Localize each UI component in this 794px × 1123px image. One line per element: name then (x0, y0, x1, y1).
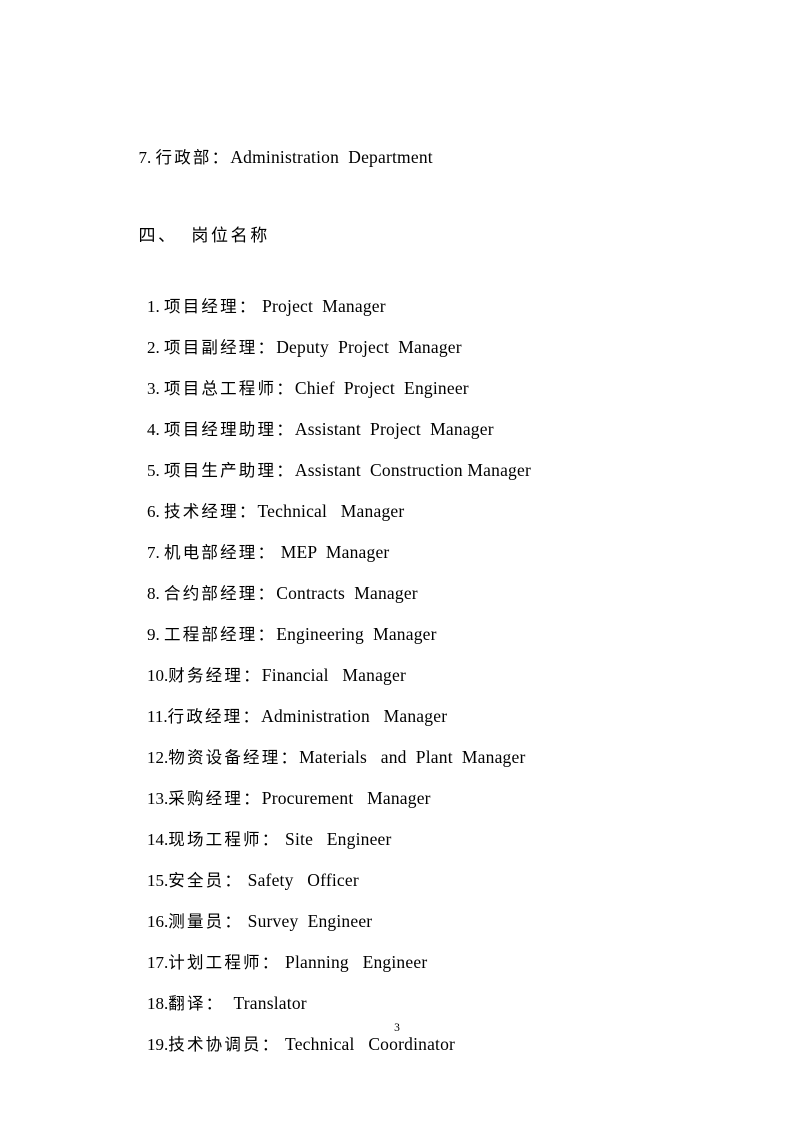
item-number: 2. (147, 338, 160, 357)
item-colon: ： (257, 584, 277, 603)
item-chinese-label: 测量员 (168, 912, 225, 931)
item-colon: ： (261, 830, 281, 849)
item-number: 12. (147, 748, 169, 767)
item-english-label: Administration Manager (261, 706, 448, 726)
item-chinese-label: 财务经理 (168, 666, 244, 685)
item-colon: ： (224, 871, 244, 890)
item-chinese-label: 项目总工程师 (164, 379, 277, 398)
item-chinese-label: 技术协调员 (168, 1035, 262, 1054)
item-chinese-label: 物资设备经理 (168, 748, 281, 767)
item-chinese-label: 项目经理助理 (164, 420, 277, 439)
item-english-label: Technical Manager (257, 501, 405, 521)
item-colon: ： (238, 297, 258, 316)
item-colon: ： (211, 148, 231, 167)
item-english-label: Technical Coordinator (280, 1034, 456, 1054)
item-number: 19. (147, 1035, 169, 1054)
item-english-label: Assistant Project Manager (294, 419, 494, 439)
item-number: 13. (147, 789, 169, 808)
item-chinese-label: 计划工程师 (168, 953, 262, 972)
item-colon: ： (261, 953, 281, 972)
item-english-label: Financial Manager (261, 665, 407, 685)
item-chinese-label: 现场工程师 (168, 830, 262, 849)
item-chinese-label: 项目生产助理 (164, 461, 277, 480)
item-english-label: Materials and Plant Manager (299, 747, 526, 767)
item-chinese-label: 工程部经理 (164, 625, 258, 644)
item-number: 14. (147, 830, 169, 849)
item-chinese-label: 行政部 (155, 148, 212, 167)
item-number: 17. (147, 953, 169, 972)
item-english-label: Deputy Project Manager (276, 337, 462, 357)
item-chinese-label: 项目经理 (164, 297, 239, 316)
section-heading-title: 岗位名称 (191, 226, 270, 245)
item-colon: ： (224, 912, 244, 931)
section-heading: 四、 岗位名称 (113, 174, 713, 245)
item-colon: ： (243, 666, 262, 685)
item-colon: ： (276, 379, 295, 398)
item-number: 15. (147, 871, 169, 890)
item-number: 10. (147, 666, 169, 685)
item-chinese-label: 技术经理 (164, 502, 239, 521)
item-colon: ： (257, 338, 277, 357)
item-english-label: Project Manager (257, 296, 386, 316)
item-number: 1. (147, 297, 160, 316)
item-chinese-label: 项目副经理 (164, 338, 258, 357)
item-english-label: Chief Project Engineer (294, 378, 469, 398)
section-heading-gap (178, 226, 192, 245)
item-number: 3. (147, 379, 160, 398)
item-colon: ： (280, 748, 300, 767)
item-chinese-label: 安全员 (168, 871, 225, 890)
item-number: 4. (147, 420, 160, 439)
item-chinese-label: 合约部经理 (164, 584, 258, 603)
item-english-label: Procurement Manager (261, 788, 431, 808)
item-english-label: Translator (224, 993, 307, 1013)
item-chinese-label: 翻译 (168, 994, 206, 1013)
item-english-label: Engineering Manager (276, 624, 437, 644)
item-chinese-label: 行政经理 (167, 707, 243, 726)
item-english-label: Planning Engineer (280, 952, 428, 972)
item-number: 5. (147, 461, 160, 480)
item-english-label: Safety Officer (243, 870, 359, 890)
item-english-label: Contracts Manager (276, 583, 418, 603)
item-number: 8. (147, 584, 160, 603)
item-colon: ： (276, 461, 295, 480)
section-heading-number: 四、 (138, 226, 178, 245)
position-list: 1. 项目经理： Project Manager 2. 项目副经理：Deputy… (113, 245, 713, 1054)
item-colon: ： (238, 502, 258, 521)
item-chinese-label: 机电部经理 (164, 543, 258, 562)
item-chinese-label: 采购经理 (168, 789, 244, 808)
item-english-label: Administration Department (230, 147, 433, 167)
item-number: 16. (147, 912, 169, 931)
item-number: 11. (147, 707, 168, 726)
item-colon: ： (257, 625, 277, 644)
document-page: 7. 行政部：Administration Department 四、 岗位名称… (0, 0, 794, 1123)
item-number: 7. (138, 148, 152, 167)
item-english-label: MEP Manager (276, 542, 390, 562)
item-colon: ： (261, 1035, 281, 1054)
item-colon: ： (243, 789, 262, 808)
item-english-label: Survey Engineer (243, 911, 373, 931)
item-colon: ： (276, 420, 295, 439)
item-number: 9. (147, 625, 160, 644)
item-colon: ： (242, 707, 262, 726)
item-colon: ： (257, 543, 277, 562)
item-number: 18. (147, 994, 169, 1013)
item-number: 6. (147, 502, 160, 521)
department-list-item: 7. 行政部：Administration Department (113, 96, 713, 167)
item-english-label: Site Engineer (280, 829, 392, 849)
page-number: 3 (394, 1022, 400, 1034)
item-number: 7. (147, 543, 160, 562)
item-english-label: Assistant Construction Manager (294, 460, 532, 480)
item-colon: ： (205, 994, 225, 1013)
document-body: 7. 行政部：Administration Department 四、 岗位名称… (113, 96, 713, 1054)
